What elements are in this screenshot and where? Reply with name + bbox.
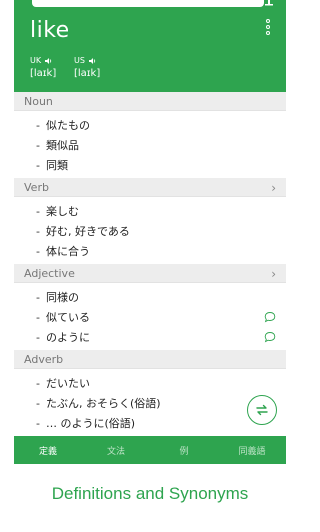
chevron-right-icon[interactable]: › — [271, 181, 276, 195]
definition-text: 類似品 — [46, 139, 79, 152]
bullet: - — [36, 310, 40, 324]
definition-text: 似ている — [46, 311, 90, 324]
speaker-icon[interactable] — [44, 57, 53, 65]
definition-item[interactable]: - 似ている — [14, 307, 286, 327]
tab-examples[interactable]: 例 — [150, 436, 218, 464]
definition-item[interactable]: - 類似品 — [14, 135, 286, 155]
section-label: Adverb — [24, 352, 64, 366]
bullet: - — [36, 330, 40, 344]
section-label: Verb — [24, 180, 49, 194]
definition-item[interactable]: - だいたい — [14, 373, 286, 393]
uk-ipa: [laɪk] — [30, 68, 57, 79]
headword: like — [30, 18, 70, 43]
share-icon[interactable] — [264, 0, 274, 6]
translate-button[interactable] — [247, 395, 277, 425]
definition-text: 同類 — [46, 159, 68, 172]
definition-text: 体に合う — [46, 245, 90, 258]
chevron-right-icon[interactable]: › — [271, 267, 276, 281]
word-header: like UK [laɪk] US [laɪk] — [14, 0, 286, 92]
definition-item[interactable]: - 好む, 好きである — [14, 221, 286, 241]
definition-text: 同様の — [46, 291, 79, 304]
uk-label: UK — [30, 56, 42, 65]
section-adjective[interactable]: Adjective › — [14, 264, 286, 283]
bullet: - — [36, 204, 40, 218]
speech-bubble-icon[interactable] — [264, 311, 276, 323]
section-adverb: Adverb — [14, 350, 286, 369]
definition-text: のように — [46, 331, 90, 344]
promo-caption: Definitions and Synonyms — [51, 484, 249, 503]
definition-text: 似たもの — [46, 119, 90, 132]
pronunciation-us[interactable]: US [laɪk] — [74, 56, 100, 79]
more-options-icon[interactable] — [264, 19, 272, 39]
definition-text: 楽しむ — [46, 205, 79, 218]
bullet: - — [36, 416, 40, 430]
swap-arrows-icon — [256, 404, 268, 416]
bullet: - — [36, 138, 40, 152]
definition-item[interactable]: - のように — [14, 327, 286, 347]
speech-bubble-icon[interactable] — [264, 331, 276, 343]
search-bar[interactable] — [32, 0, 264, 7]
us-ipa: [laɪk] — [74, 68, 101, 79]
definition-item[interactable]: - たぶん, おそらく(俗語) — [14, 393, 286, 413]
phone-screen: like UK [laɪk] US [laɪk] Noun - 似たもの - 類… — [14, 0, 286, 464]
speaker-icon[interactable] — [88, 57, 97, 65]
definitions-list: Noun - 似たもの - 類似品 - 同類 Verb › - 楽しむ - 好む, 好きで… — [14, 92, 286, 436]
definition-item[interactable]: - 体に合う — [14, 241, 286, 261]
tab-definitions[interactable]: 定義 — [14, 436, 82, 464]
bullet: - — [36, 396, 40, 410]
bullet: - — [36, 118, 40, 132]
bullet: - — [36, 244, 40, 258]
definition-item[interactable]: - 楽しむ — [14, 201, 286, 221]
definition-item[interactable]: - 似たもの — [14, 115, 286, 135]
section-label: Noun — [24, 94, 53, 108]
definition-item[interactable]: - 同様の — [14, 287, 286, 307]
section-verb[interactable]: Verb › — [14, 178, 286, 197]
bullet: - — [36, 290, 40, 304]
us-label: US — [74, 56, 85, 65]
definition-item[interactable]: - 同類 — [14, 155, 286, 175]
pronunciation-uk[interactable]: UK [laɪk] — [30, 56, 56, 79]
section-noun: Noun — [14, 92, 286, 111]
bullet: - — [36, 158, 40, 172]
definition-text: … のように(俗語) — [46, 417, 136, 430]
tab-grammar[interactable]: 文法 — [82, 436, 150, 464]
tab-synonyms[interactable]: 同義語 — [218, 436, 286, 464]
section-label: Adjective — [24, 266, 75, 280]
bottom-tab-bar: 定義 文法 例 同義語 — [14, 436, 286, 464]
definition-text: たぶん, おそらく(俗語) — [46, 397, 161, 410]
definition-text: 好む, 好きである — [46, 225, 130, 238]
bullet: - — [36, 224, 40, 238]
definition-text: だいたい — [46, 377, 90, 390]
bullet: - — [36, 376, 40, 390]
definition-item[interactable]: -… のように(俗語) — [14, 413, 286, 433]
